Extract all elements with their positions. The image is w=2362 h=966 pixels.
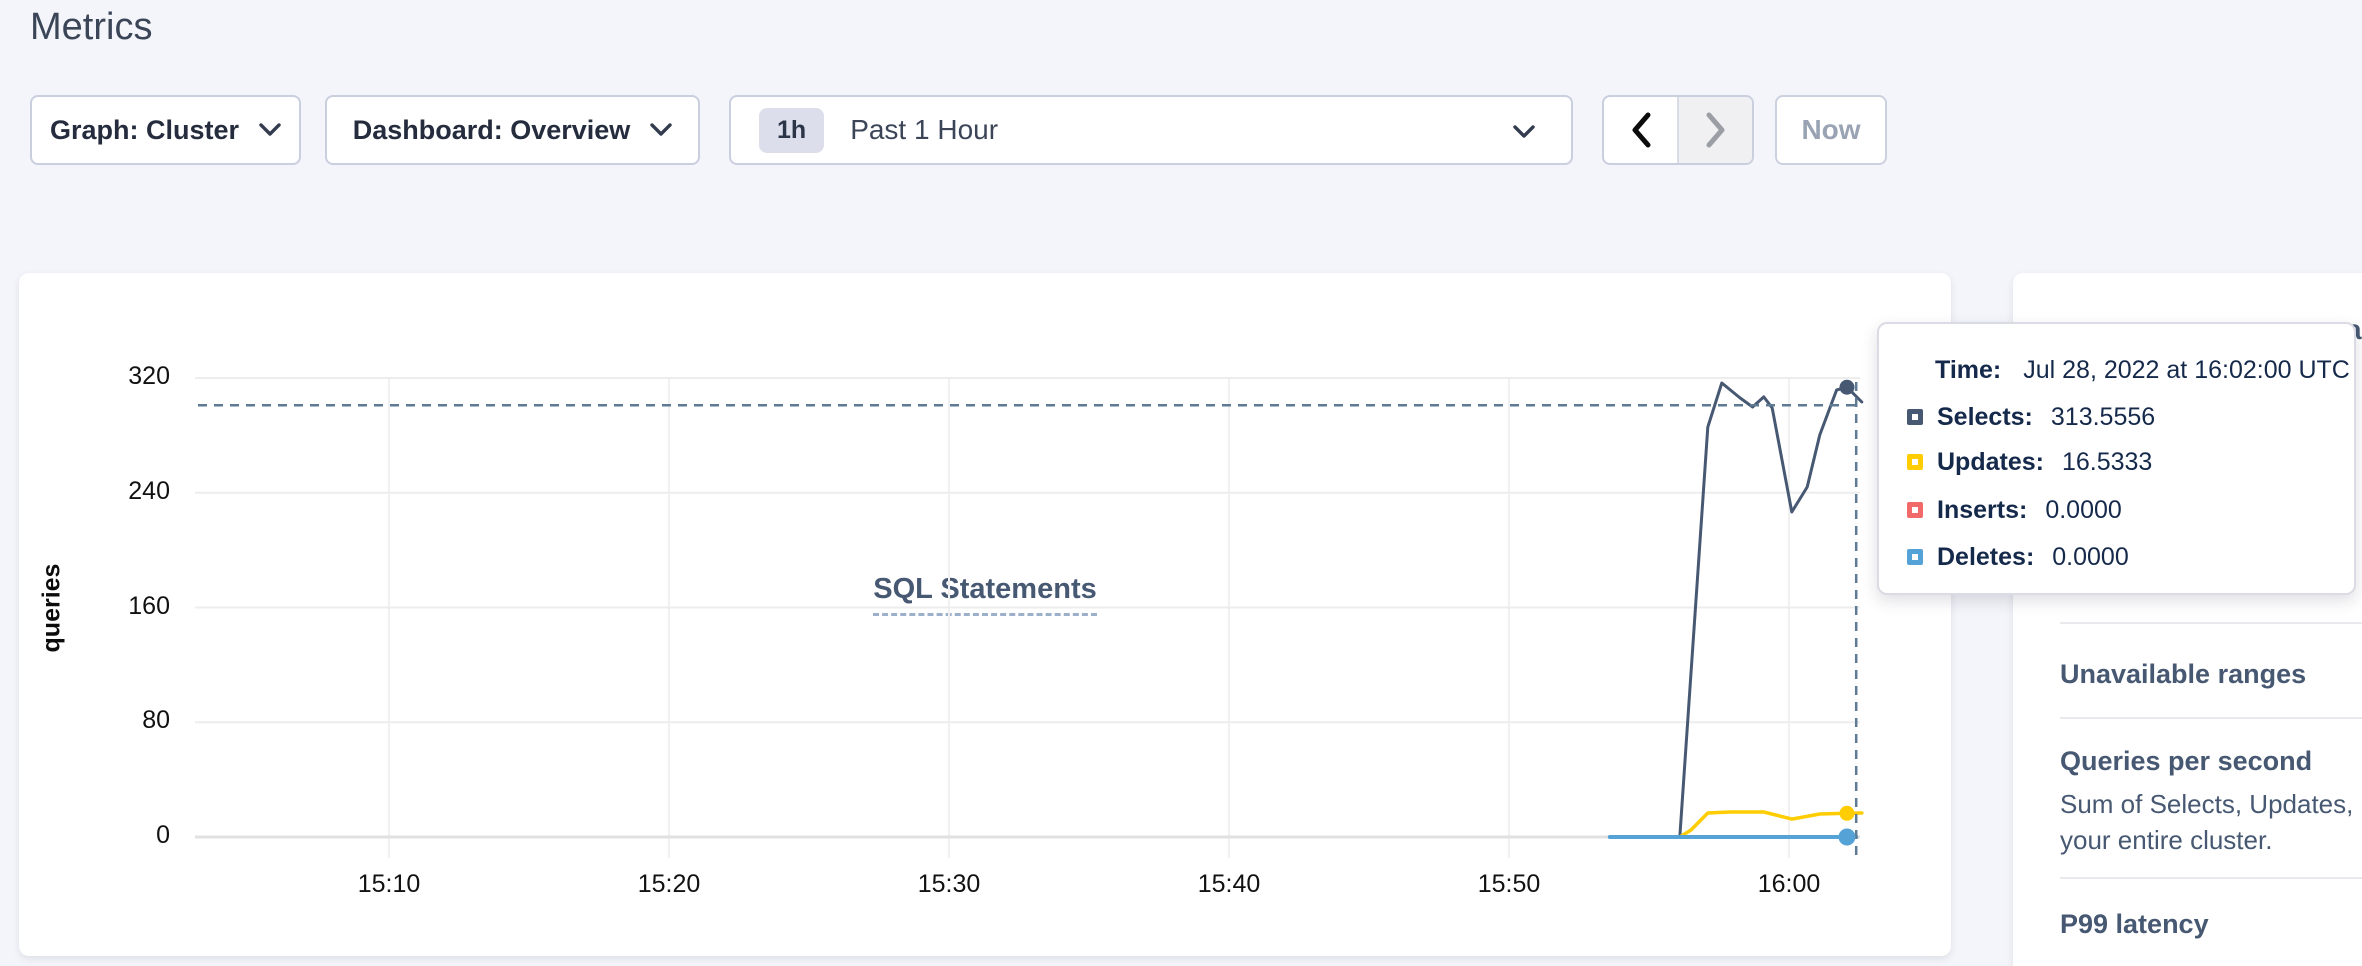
time-range-label: Past 1 Hour xyxy=(850,114,998,146)
y-tick-label: 320 xyxy=(90,362,170,391)
y-tick-label: 240 xyxy=(90,477,170,506)
tooltip-time-label: Time: xyxy=(1935,356,2001,385)
next-time-button[interactable] xyxy=(1677,97,1752,163)
x-tick-label: 15:20 xyxy=(599,870,739,899)
chevron-down-icon xyxy=(650,123,672,137)
time-range-selector[interactable]: 1h Past 1 Hour xyxy=(729,95,1573,165)
tooltip-time-value: Jul 28, 2022 at 16:02:00 UTC xyxy=(2023,356,2350,385)
tooltip-row-updates: Updates: 16.5333 xyxy=(1879,446,2354,478)
tooltip-series-value: 313.5556 xyxy=(2051,403,2155,432)
now-button[interactable]: Now xyxy=(1775,95,1887,165)
tooltip-series-label: Inserts: xyxy=(1937,496,2027,525)
divider xyxy=(2060,717,2362,719)
tooltip-series-value: 0.0000 xyxy=(2045,496,2121,525)
page-title: Metrics xyxy=(30,6,152,49)
x-tick-label: 15:10 xyxy=(319,870,459,899)
tooltip-series-value: 16.5333 xyxy=(2062,448,2152,477)
plot-area[interactable] xyxy=(195,375,1860,840)
divider xyxy=(2060,622,2362,624)
chart-hover-tooltip: Time: Jul 28, 2022 at 16:02:00 UTC Selec… xyxy=(1877,322,2356,595)
tooltip-row-inserts: Inserts: 0.0000 xyxy=(1879,494,2354,526)
chevron-right-icon xyxy=(1704,112,1728,148)
chevron-left-icon xyxy=(1629,112,1653,148)
time-range-badge: 1h xyxy=(759,108,824,153)
tooltip-series-label: Deletes: xyxy=(1937,543,2034,572)
tooltip-series-value: 0.0000 xyxy=(2052,543,2128,572)
tooltip-row-selects: Selects: 313.5556 xyxy=(1879,401,2354,433)
x-tick-label: 15:30 xyxy=(879,870,1019,899)
divider xyxy=(2060,877,2362,879)
time-step-button-group xyxy=(1602,95,1754,165)
x-tick-label: 15:40 xyxy=(1159,870,1299,899)
graph-dropdown-button[interactable]: Graph: Cluster xyxy=(30,95,301,165)
tooltip-time-row: Time: Jul 28, 2022 at 16:02:00 UTC xyxy=(1879,354,2354,386)
tooltip-series-label: Selects: xyxy=(1937,403,2033,432)
deletes-swatch-icon xyxy=(1907,549,1923,565)
tooltip-row-deletes: Deletes: 0.0000 xyxy=(1879,541,2354,573)
graph-dropdown-label: Graph: Cluster xyxy=(50,115,239,146)
prev-time-button[interactable] xyxy=(1604,97,1677,163)
x-tick-label: 15:50 xyxy=(1439,870,1579,899)
inserts-swatch-icon xyxy=(1907,502,1923,518)
chevron-down-icon xyxy=(1513,125,1535,139)
chevron-down-icon xyxy=(259,123,281,137)
y-tick-label: 80 xyxy=(90,706,170,735)
selects-swatch-icon xyxy=(1907,409,1923,425)
y-tick-label: 160 xyxy=(90,592,170,621)
sidebar-description-line: your entire cluster. xyxy=(2060,825,2362,856)
updates-swatch-icon xyxy=(1907,454,1923,470)
dashboard-dropdown-label: Dashboard: Overview xyxy=(353,115,631,146)
sidebar-heading-unavailable-ranges: Unavailable ranges xyxy=(2060,659,2362,690)
dashboard-dropdown-button[interactable]: Dashboard: Overview xyxy=(325,95,700,165)
sidebar-heading-p99-latency: P99 latency xyxy=(2060,909,2362,940)
sidebar-description-line: Sum of Selects, Updates, Inser xyxy=(2060,789,2362,820)
sidebar-heading-queries-per-second: Queries per second xyxy=(2060,746,2362,777)
y-tick-label: 0 xyxy=(90,821,170,850)
x-tick-label: 16:00 xyxy=(1719,870,1859,899)
tooltip-series-label: Updates: xyxy=(1937,448,2044,477)
